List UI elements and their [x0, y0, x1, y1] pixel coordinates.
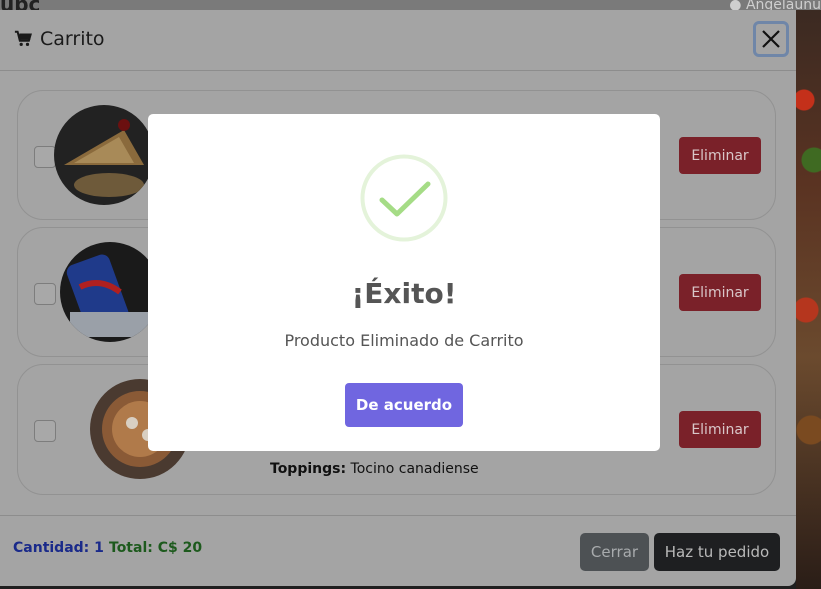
cart-header: Carrito	[0, 10, 796, 71]
background-pizza-image	[796, 10, 821, 589]
success-check-icon	[360, 154, 448, 242]
success-dialog: ¡Éxito! Producto Eliminado de Carrito De…	[148, 114, 660, 451]
item-checkbox[interactable]	[34, 146, 56, 168]
cart-title-text: Carrito	[40, 28, 105, 50]
cart-quantity: Cantidad: 1	[13, 540, 104, 556]
toppings-value: Tocino canadiense	[350, 461, 479, 477]
product-image-pizza	[54, 105, 154, 205]
cart-icon	[14, 30, 32, 47]
close-button[interactable]	[753, 21, 789, 57]
dialog-message: Producto Eliminado de Carrito	[284, 331, 524, 350]
cart-footer: Cantidad: 1 Total: C$ 20 Cerrar Haz tu p…	[0, 515, 796, 587]
background-navbar: ubc ● Angelaunu	[0, 0, 821, 16]
cart-title: Carrito	[14, 28, 105, 50]
delete-button[interactable]: Eliminar	[679, 411, 761, 448]
cart-total: Total: C$ 20	[109, 540, 203, 556]
delete-button[interactable]: Eliminar	[679, 274, 761, 311]
close-icon	[762, 30, 780, 48]
toppings-label: Toppings:	[270, 461, 347, 477]
item-checkbox[interactable]	[34, 283, 56, 305]
delete-button[interactable]: Eliminar	[679, 137, 761, 174]
confirm-button[interactable]: De acuerdo	[345, 383, 463, 427]
place-order-button[interactable]: Haz tu pedido	[654, 533, 780, 571]
cancel-button[interactable]: Cerrar	[580, 533, 649, 571]
dialog-title: ¡Éxito!	[351, 277, 457, 310]
product-image-soda	[60, 242, 160, 342]
item-checkbox[interactable]	[34, 420, 56, 442]
item-toppings: Toppings: Tocino canadiense	[270, 461, 479, 477]
